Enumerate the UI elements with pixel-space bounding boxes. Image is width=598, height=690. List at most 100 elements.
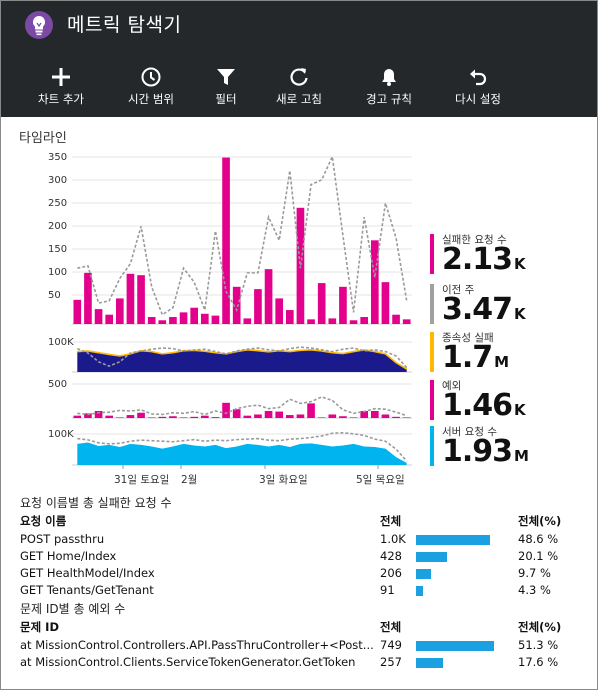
chart-area [77, 442, 407, 465]
chart-bar [222, 402, 230, 418]
chart-bar [264, 410, 273, 418]
metric-value: 1.7 M [442, 340, 509, 375]
col-header-total-pct[interactable]: 전체(%) [518, 619, 561, 635]
chart-bar [307, 403, 315, 418]
refresh-button[interactable]: 새로 고침 [257, 63, 341, 111]
x-tick-label: 5일 목요일 [356, 473, 405, 486]
metric-number: 1.7 [442, 340, 493, 375]
time-range-button[interactable]: 시간 범위 [109, 63, 193, 111]
chart-bar [402, 319, 411, 324]
x-tick-label: 2월 [181, 474, 197, 486]
chart-bar [285, 415, 294, 418]
metric-unit: M [514, 447, 529, 465]
y-tick-label: 250 [48, 198, 67, 209]
chart-bar [94, 309, 103, 324]
metric-server-requests[interactable]: 서버 요청 수 1.93 M [430, 424, 590, 480]
alert-rules-button[interactable]: 경고 규칙 [347, 63, 431, 111]
chart-bar [105, 314, 114, 324]
y-tick-label: 350 [48, 152, 67, 163]
chart-bar [328, 318, 337, 324]
chart-bar [349, 417, 358, 418]
clock-icon [141, 67, 161, 87]
problem-row[interactable]: at MissionControl.Clients.ServiceTokenGe… [20, 655, 580, 673]
metric-color-bar [430, 234, 434, 274]
chart-bar [73, 415, 82, 418]
chart-bar [328, 414, 337, 418]
chart-bar [339, 416, 347, 418]
col-header-problem-id[interactable]: 문제 ID [20, 619, 59, 635]
col-header-total[interactable]: 전체 [380, 619, 401, 635]
header-bar: 메트릭 탐색기 차트 추가 시간 범위 필터 새로 고침 경고 규칙 다시 설정 [1, 1, 597, 117]
col-header-total[interactable]: 전체 [380, 513, 401, 529]
request-row-name: GET Tenants/GetTenant [20, 583, 154, 597]
chart-bar [317, 283, 326, 324]
metric-unit: K [514, 305, 526, 323]
chart-bar [232, 409, 241, 418]
toolbar: 차트 추가 시간 범위 필터 새로 고침 경고 규칙 다시 설정 [1, 63, 597, 113]
chart-bar [370, 240, 379, 324]
filter-button[interactable]: 필터 [184, 63, 268, 111]
chart-bar [115, 298, 124, 324]
chart-bar [126, 273, 135, 324]
filter-icon [217, 69, 235, 85]
chart-bar [275, 411, 284, 418]
chart-bar [296, 207, 305, 324]
col-header-total-pct[interactable]: 전체(%) [518, 513, 561, 529]
metric-unit: K [514, 401, 526, 419]
problem-row-name: at MissionControl.Controllers.API.PassTh… [20, 638, 374, 652]
reset-button[interactable]: 다시 설정 [436, 63, 520, 111]
request-row[interactable]: GET Tenants/GetTenant 91 4.3 % [20, 583, 580, 601]
request-row-bar [416, 569, 431, 579]
chart-bar [190, 416, 199, 418]
metric-number: 3.47 [442, 292, 513, 327]
problem-row[interactable]: at MissionControl.Controllers.API.PassTh… [20, 638, 580, 656]
request-row[interactable]: GET HealthModel/Index 206 9.7 % [20, 566, 580, 584]
undo-icon [470, 69, 487, 86]
y-tick-label: 50 [48, 290, 61, 301]
x-tick-label: 31일 토요일 [114, 473, 169, 486]
chart-bar [179, 417, 188, 418]
request-row[interactable]: POST passthru 1.0K 48.6 % [20, 532, 580, 550]
metric-value: 1.93 M [442, 434, 529, 469]
add-chart-button[interactable]: 차트 추가 [19, 63, 103, 111]
app-title: 메트릭 탐색기 [67, 14, 182, 36]
chart-bar [190, 307, 199, 324]
request-row[interactable]: GET Home/Index 428 20.1 % [20, 549, 580, 567]
request-row-percent: 9.7 % [518, 566, 551, 580]
y-tick-label: 100 [48, 267, 67, 278]
chart-bar [211, 417, 220, 418]
request-row-name: GET Home/Index [20, 549, 117, 563]
chart-bar [296, 414, 305, 418]
request-row-bar [416, 535, 490, 545]
request-row-count: 428 [380, 549, 402, 563]
problem-row-count: 257 [380, 655, 402, 669]
refresh-icon [290, 68, 308, 86]
chart-bar [275, 298, 284, 324]
problem-row-percent: 17.6 % [518, 655, 559, 669]
request-row-percent: 20.1 % [518, 549, 559, 563]
chart-bar [137, 275, 145, 324]
chart-bar [137, 412, 145, 418]
metric-color-bar [430, 284, 434, 324]
metric-failed-requests[interactable]: 실패한 요청 수 2.13 K [430, 232, 590, 288]
y-tick-label: 200 [48, 221, 67, 232]
chart-bar [147, 317, 156, 324]
plus-icon [52, 68, 70, 86]
chart-bar [115, 417, 124, 418]
timeline-chart[interactable]: 350 300 250 200 150 100 50 100K 500 100K 31일 토요일 2월… [0, 140, 420, 495]
chart-bar [285, 310, 294, 324]
request-row-bar [416, 586, 423, 596]
request-row-bar [416, 552, 447, 562]
problem-row-bar [416, 641, 494, 651]
problem-row-percent: 51.3 % [518, 638, 559, 652]
chart-bar [339, 286, 347, 324]
request-row-percent: 48.6 % [518, 532, 559, 546]
chart-bar [254, 289, 262, 324]
chart-bar [381, 414, 390, 418]
problem-row-name: at MissionControl.Clients.ServiceTokenGe… [20, 655, 356, 669]
chart-bar [211, 315, 220, 324]
col-header-request-name[interactable]: 요청 이름 [20, 513, 66, 529]
requests-table-title: 요청 이름별 총 실패한 요청 수 [20, 496, 172, 510]
request-row-count: 1.0K [380, 532, 406, 546]
reset-label: 다시 설정 [455, 92, 501, 106]
